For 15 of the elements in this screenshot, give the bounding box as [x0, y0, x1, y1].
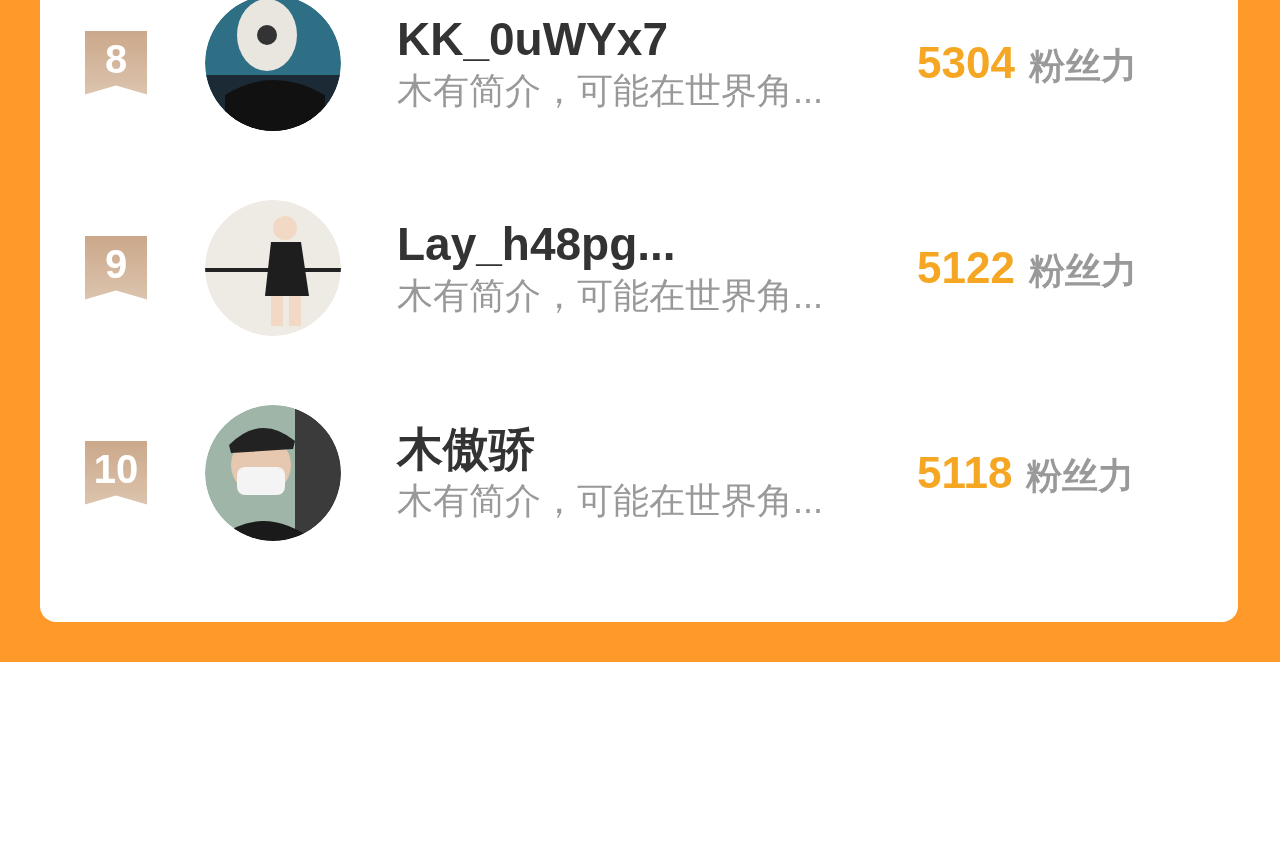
rank-badge: 9 [85, 235, 147, 300]
score-unit: 粉丝力 [1026, 453, 1135, 498]
fan-score: 5122 [917, 241, 1015, 294]
fan-score: 5118 [917, 446, 1013, 499]
rank-badge: 10 [85, 440, 147, 505]
user-intro: 木有简介，可能在世界角... [397, 478, 824, 523]
fan-score: 5304 [917, 36, 1015, 89]
user-name: 木傲骄 [397, 421, 536, 477]
rank-badge: 8 [85, 30, 147, 95]
score-unit: 粉丝力 [1028, 43, 1137, 88]
user-intro: 木有简介，可能在世界角... [397, 273, 824, 318]
score-unit: 粉丝力 [1028, 248, 1137, 293]
user-name: Lay_h48pg... [397, 216, 677, 272]
user-intro: 木有简介，可能在世界角... [397, 68, 824, 113]
user-name: KK_0uWYx7 [397, 11, 669, 67]
